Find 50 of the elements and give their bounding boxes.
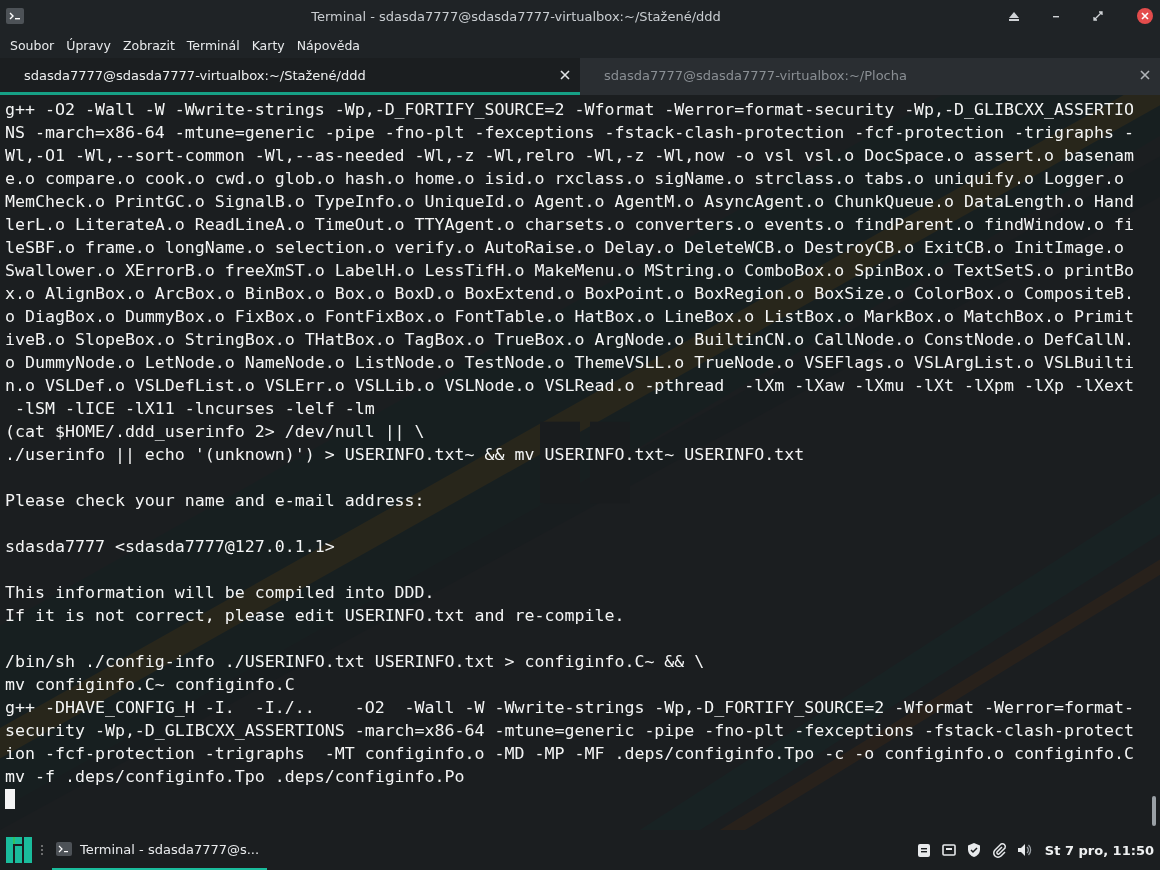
terminal-line: n.o VSLDef.o VSLDefList.o VSLErr.o VSLLib.o VSLNode.o VSLRead.o -pthread -lXm -lXaw -lXmu -lXt -lXpm -lXp -lXext <box>5 376 1134 395</box>
close-icon[interactable] <box>1140 70 1150 80</box>
terminal-line: sdasda7777 <sdasda7777@127.0.1.1> <box>5 537 335 556</box>
terminal-line: MemCheck.o PrintGC.o SignalB.o TypeInfo.o UniqueId.o Agent.o AgentM.o AsyncAgent.o ChunkQueue.o DataLength.o Hand <box>5 192 1134 211</box>
close-icon[interactable] <box>1136 7 1154 25</box>
terminal-line: security -Wp,-D_GLIBCXX_ASSERTIONS -march=x86-64 -mtune=generic -pipe -fno-plt -fexceptions -fstack-clash-protect <box>5 721 1134 740</box>
terminal-line: -lSM -lICE -lX11 -lncurses -lelf -lm <box>14 399 375 418</box>
terminal-line: x.o AlignBox.o ArcBox.o BinBox.o Box.o BoxD.o BoxExtend.o BoxPoint.o BoxRegion.o BoxSize.o ColorBox.o CompositeB. <box>5 284 1134 303</box>
taskbar-task[interactable]: Terminal - sdasda7777@s... <box>52 830 268 870</box>
shield-icon[interactable] <box>965 842 982 858</box>
drag-handle-icon[interactable] <box>40 844 44 856</box>
logo-icon[interactable] <box>6 837 32 863</box>
menu-item[interactable]: Karty <box>245 37 291 53</box>
menu-item[interactable]: Terminál <box>180 37 246 53</box>
terminal-line: Please check your name and e-mail address: <box>5 491 425 510</box>
terminal-line: If it is not correct, please edit USERINFO.txt and re-compile. <box>5 606 625 625</box>
network-icon[interactable] <box>940 842 957 858</box>
paperclip-icon[interactable] <box>990 842 1007 858</box>
terminal-line: g++ -O2 -Wall -W -Wwrite-strings -Wp,-D_FORTIFY_SOURCE=2 -Wformat -Werror=format-security -Wp,-D_GLIBCXX_ASSERTIO <box>5 100 1134 119</box>
terminal-line: iveB.o SlopeBox.o StringBox.o THatBox.o TagBox.o TrueBox.o ArgNode.o BuiltinCN.o CallNode.o ConstNode.o DefCallN. <box>5 330 1134 349</box>
terminal-line: leSBF.o frame.o longName.o selection.o verify.o AutoRaise.o Delay.o DeleteWCB.o DestroyCB.o ExitCB.o InitImage.o <box>5 238 1124 257</box>
terminal-line: mv -f .deps/configinfo.Tpo .deps/configinfo.Po <box>5 767 465 786</box>
terminal-line: /bin/sh ./config-info ./USERINFO.txt USERINFO.txt > configinfo.C~ && \ <box>5 652 705 671</box>
terminal-tab[interactable]: sdasda7777@sdasda7777-virtualbox:~/Stažené/ddd <box>0 58 580 95</box>
clock[interactable]: St 7 pro, 11:50 <box>1044 842 1154 858</box>
terminal-line: ./userinfo || echo '(unknown)') > USERINFO.txt~ && mv USERINFO.txt~ USERINFO.txt <box>5 445 805 464</box>
terminal-line: o DiagBox.o DummyBox.o FixBox.o FontFixBox.o FontTable.o HatBox.o LineBox.o ListBox.o MarkBox.o MatchBox.o Primit <box>5 307 1134 326</box>
terminal-line: ion -fcf-protection -trigraphs -MT configinfo.o -MD -MP -MF .deps/configinfo.Tpo -c -o configinfo.o configinfo.C <box>5 744 1134 763</box>
terminal-icon <box>6 8 24 24</box>
terminal-line: o DummyNode.o LetNode.o NameNode.o ListNode.o TestNode.o ThemeVSLL.o TrueNode.o VSEFlags.o VSLArgList.o VSLBuilti <box>5 353 1134 372</box>
keep-above-icon[interactable] <box>1008 10 1020 22</box>
terminal-line: mv configinfo.C~ configinfo.C <box>5 675 295 694</box>
volume-icon[interactable] <box>1015 842 1032 858</box>
menu-item[interactable]: Nápověda <box>290 37 366 53</box>
terminal-line: Swallower.o XErrorB.o freeXmST.o LabelH.o LessTifH.o MakeMenu.o MString.o ComboBox.o SpinBox.o TextSetS.o printBo <box>5 261 1134 280</box>
terminal-line: g++ -DHAVE_CONFIG_H -I. -I./.. -O2 -Wall -W -Wwrite-strings -Wp,-D_FORTIFY_SOURCE=2 -Wformat -Werror=format- <box>5 698 1134 717</box>
terminal-line: This information will be compiled into DDD. <box>5 583 435 602</box>
menu-item[interactable]: Soubor <box>4 37 61 53</box>
terminal-line: lerL.o LiterateA.o ReadLineA.o TimeOut.o TTYAgent.o charsets.o converters.o events.o findParent.o findWindow.o fi <box>5 215 1134 234</box>
terminal-line: e.o compare.o cook.o cwd.o glob.o hash.o home.o isid.o rxclass.o sigName.o strclass.o tabs.o uniquify.o Logger.o <box>5 169 1124 188</box>
terminal-icon <box>56 842 72 856</box>
terminal-line: Wl,-O1 -Wl,--sort-common -Wl,--as-needed -Wl,-z -Wl,relro -Wl,-z -Wl,now -o vsl vsl.o DocSpace.o assert.o basenam <box>5 146 1134 165</box>
menu-item[interactable]: Úpravy <box>60 37 117 53</box>
window-title: Terminal - sdasda7777@sdasda7777-virtualbox:~/Stažené/ddd <box>310 8 722 24</box>
menu-item[interactable]: Zobrazit <box>116 37 181 53</box>
scrollbar-thumb[interactable] <box>1152 796 1156 826</box>
maximize-icon[interactable] <box>1092 10 1104 22</box>
clipboard-icon[interactable] <box>915 842 932 858</box>
terminal-line: (cat $HOME/.ddd_userinfo 2> /dev/null || \ <box>5 422 425 441</box>
terminal-line: NS -march=x86-64 -mtune=generic -pipe -fno-plt -fexceptions -fstack-clash-protection -fcf-protection -trigraphs - <box>5 123 1134 142</box>
